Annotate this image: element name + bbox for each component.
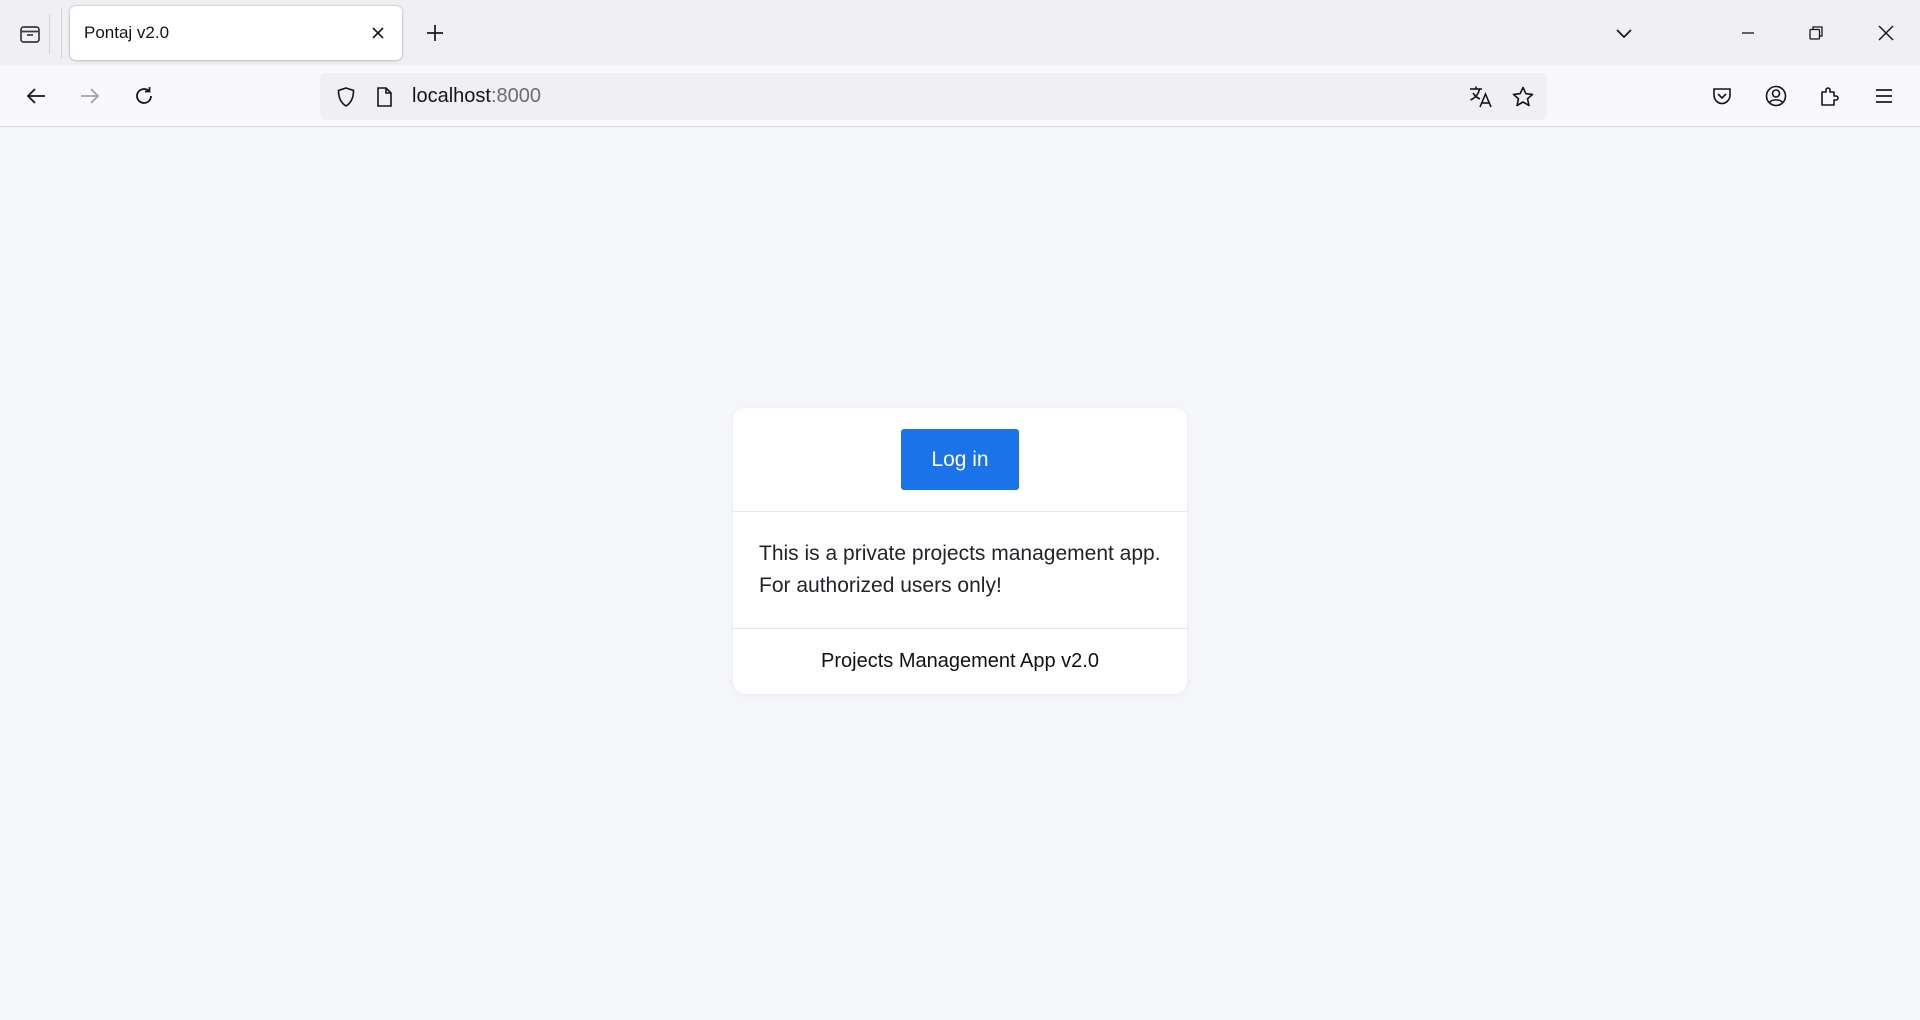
- navigation-toolbar: localhost:8000: [0, 66, 1920, 127]
- card-footer: Projects Management App v2.0: [733, 629, 1187, 694]
- close-icon[interactable]: [1852, 0, 1920, 66]
- url-bar[interactable]: localhost:8000: [320, 73, 1547, 120]
- plus-icon[interactable]: [418, 16, 452, 50]
- restore-icon[interactable]: [1782, 0, 1850, 66]
- page-content: Log in This is a private projects manage…: [0, 127, 1920, 1020]
- notice-line-2: For authorized users only!: [759, 574, 1002, 597]
- tab-pontaj[interactable]: Pontaj v2.0: [70, 6, 402, 60]
- shield-icon[interactable]: [330, 81, 362, 113]
- firefox-view-icon[interactable]: [10, 14, 50, 54]
- minimize-icon[interactable]: [1714, 0, 1782, 66]
- close-icon[interactable]: [362, 17, 394, 49]
- page-icon[interactable]: [368, 81, 400, 113]
- tab-strip: Pontaj v2.0: [0, 0, 1920, 66]
- notice-line-1: This is a private projects management ap…: [759, 542, 1161, 565]
- arrow-left-icon[interactable]: [16, 76, 56, 116]
- login-card: Log in This is a private projects manage…: [733, 408, 1187, 694]
- chevron-down-icon[interactable]: [1604, 14, 1644, 52]
- url-port: :8000: [490, 85, 541, 107]
- app-version-text: Projects Management App v2.0: [821, 650, 1099, 672]
- account-icon[interactable]: [1756, 76, 1796, 116]
- hamburger-menu-icon[interactable]: [1864, 76, 1904, 116]
- card-header: Log in: [733, 408, 1187, 512]
- tab-title: Pontaj v2.0: [84, 23, 170, 42]
- arrow-right-icon[interactable]: [70, 76, 110, 116]
- pocket-icon[interactable]: [1702, 76, 1742, 116]
- puzzle-icon[interactable]: [1810, 76, 1850, 116]
- login-button[interactable]: Log in: [901, 429, 1019, 490]
- url-text[interactable]: localhost:8000: [412, 73, 541, 120]
- url-host: localhost: [412, 85, 491, 107]
- star-icon[interactable]: [1507, 81, 1539, 113]
- translate-icon[interactable]: [1465, 81, 1497, 113]
- reload-icon[interactable]: [124, 76, 164, 116]
- tab-separator: [61, 8, 62, 58]
- card-body: This is a private projects management ap…: [733, 512, 1187, 629]
